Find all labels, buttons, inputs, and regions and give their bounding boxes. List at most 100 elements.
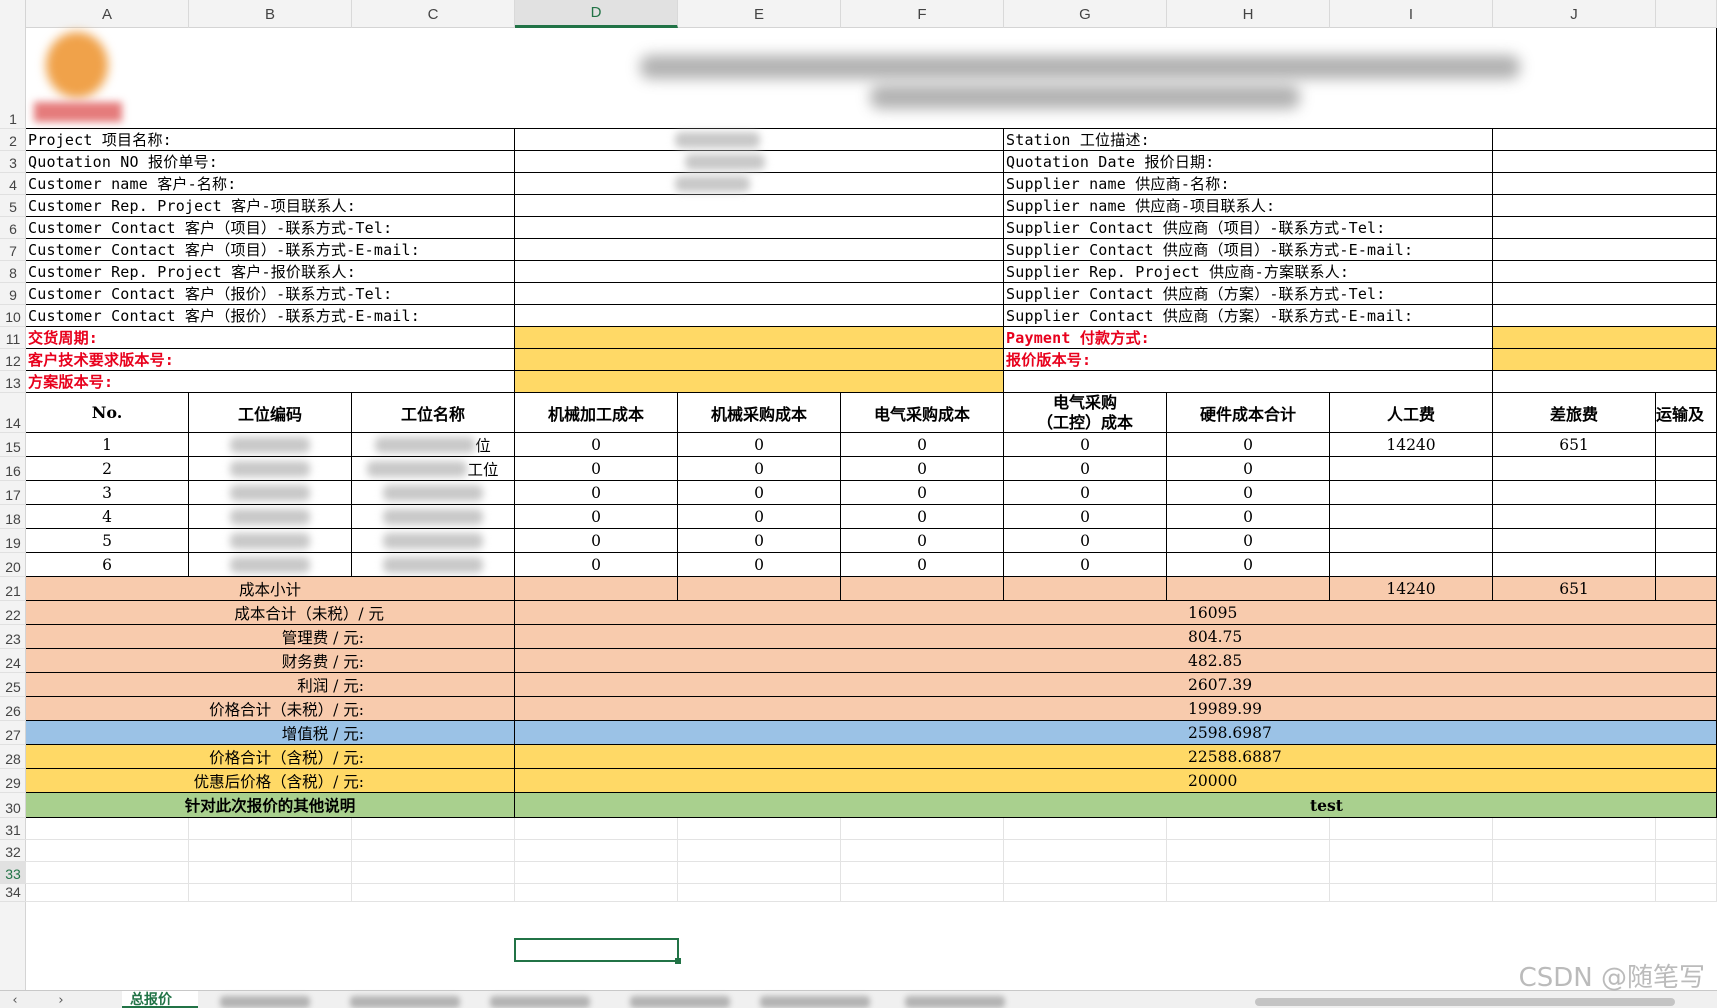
header-mech-purchase[interactable]: 机械采购成本 <box>678 393 841 433</box>
summary-value[interactable]: 2598.6987 <box>515 721 1717 745</box>
cost-cell-h[interactable]: 0 <box>1167 433 1330 457</box>
cost-cell-h[interactable]: 0 <box>1167 529 1330 553</box>
row-header-5[interactable]: 5 <box>0 195 26 217</box>
empty-cell[interactable] <box>352 884 515 902</box>
row-header-25[interactable]: 25 <box>0 673 26 697</box>
row-header-1[interactable]: 1 <box>0 28 26 129</box>
cost-cell-e[interactable]: 0 <box>678 481 841 505</box>
quote-version-label[interactable]: 报价版本号: <box>1004 349 1493 371</box>
cost-cell-k[interactable] <box>1656 505 1717 529</box>
selected-cell-d33[interactable] <box>514 938 681 964</box>
cost-cell-e[interactable]: 0 <box>678 529 841 553</box>
subtotal-cell[interactable] <box>1656 577 1717 601</box>
empty-cell[interactable] <box>352 840 515 862</box>
cost-cell-g[interactable]: 0 <box>1004 433 1167 457</box>
row-header-8[interactable]: 8 <box>0 261 26 283</box>
cost-cell-j[interactable] <box>1493 505 1656 529</box>
info-label-left[interactable]: Customer Rep. Project 客户-报价联系人: <box>26 261 515 283</box>
summary-value[interactable]: 16095 <box>515 601 1717 625</box>
cost-cell-i[interactable] <box>1330 505 1493 529</box>
summary-label[interactable]: 增值税 / 元: <box>26 721 515 745</box>
info-label-left[interactable]: Customer Contact 客户（项目）-联系方式-E-mail: <box>26 239 515 261</box>
empty-cell[interactable] <box>515 884 678 902</box>
payment-method-input[interactable] <box>1493 327 1717 349</box>
cost-cell-i[interactable]: 14240 <box>1330 433 1493 457</box>
summary-value[interactable]: 482.85 <box>515 649 1717 673</box>
cost-cell-d[interactable]: 0 <box>515 553 678 577</box>
customer-spec-version-label[interactable]: 客户技术要求版本号: <box>26 349 515 371</box>
cost-cell-i[interactable] <box>1330 529 1493 553</box>
empty-cell[interactable] <box>1004 818 1167 840</box>
station-code-cell[interactable] <box>189 457 352 481</box>
subtotal-labor[interactable]: 14240 <box>1330 577 1493 601</box>
row-header-6[interactable]: 6 <box>0 217 26 239</box>
row-header-15[interactable]: 15 <box>0 433 26 457</box>
row-header-3[interactable]: 3 <box>0 151 26 173</box>
column-header-g[interactable]: G <box>1004 0 1167 28</box>
sheet-tab-redacted[interactable] <box>220 996 310 1008</box>
cost-cell-k[interactable] <box>1656 433 1717 457</box>
info-value-right[interactable] <box>1493 195 1717 217</box>
cost-cell-d[interactable]: 0 <box>515 529 678 553</box>
cost-cell-f[interactable]: 0 <box>841 481 1004 505</box>
info-label-left[interactable]: Customer name 客户-名称: <box>26 173 515 195</box>
summary-label[interactable]: 优惠后价格（含税）/ 元: <box>26 769 515 793</box>
row-no[interactable]: 3 <box>26 481 189 505</box>
row-header-2[interactable]: 2 <box>0 129 26 151</box>
header-elec-purchase[interactable]: 电气采购成本 <box>841 393 1004 433</box>
row-header-30[interactable]: 30 <box>0 793 26 818</box>
empty-cell[interactable] <box>678 818 841 840</box>
empty-cell[interactable] <box>352 818 515 840</box>
info-value-left[interactable] <box>515 217 1004 239</box>
station-code-cell[interactable] <box>189 433 352 457</box>
cost-cell-h[interactable]: 0 <box>1167 481 1330 505</box>
cost-cell-e[interactable]: 0 <box>678 553 841 577</box>
row-no[interactable]: 2 <box>26 457 189 481</box>
sheet-tab-redacted[interactable] <box>350 996 460 1008</box>
column-header-a[interactable]: A <box>26 0 189 28</box>
sheet-tab-redacted[interactable] <box>630 996 730 1008</box>
info-value-right[interactable] <box>1493 261 1717 283</box>
sheet-tab-active[interactable]: 总报价 <box>122 991 198 1008</box>
cost-cell-e[interactable]: 0 <box>678 505 841 529</box>
empty-cell[interactable] <box>678 862 841 884</box>
info-value-right[interactable] <box>1493 151 1717 173</box>
info-value-right[interactable] <box>1493 129 1717 151</box>
info-label-right[interactable]: Supplier name 供应商-项目联系人: <box>1004 195 1493 217</box>
empty-cell[interactable] <box>678 884 841 902</box>
empty-cell[interactable] <box>1167 818 1330 840</box>
header-station-code[interactable]: 工位编码 <box>189 393 352 433</box>
empty-cell[interactable] <box>189 884 352 902</box>
cost-cell-j[interactable]: 651 <box>1493 433 1656 457</box>
column-header-c[interactable]: C <box>352 0 515 28</box>
info-label-right[interactable]: Supplier Rep. Project 供应商-方案联系人: <box>1004 261 1493 283</box>
cost-cell-h[interactable]: 0 <box>1167 553 1330 577</box>
row-header-17[interactable]: 17 <box>0 481 26 505</box>
cost-cell-e[interactable]: 0 <box>678 433 841 457</box>
empty-cell[interactable] <box>1330 840 1493 862</box>
tab-scroll-left-icon[interactable]: ‹ <box>4 991 26 1008</box>
empty-cell[interactable] <box>26 840 189 862</box>
empty-cell[interactable] <box>1656 884 1717 902</box>
row-header-34[interactable]: 34 <box>0 884 26 902</box>
empty-cell[interactable] <box>1167 840 1330 862</box>
header-travel[interactable]: 差旅费 <box>1493 393 1656 433</box>
cost-cell-j[interactable] <box>1493 553 1656 577</box>
row-header-7[interactable]: 7 <box>0 239 26 261</box>
empty-cell[interactable] <box>1493 371 1717 393</box>
delivery-cycle-label[interactable]: 交货周期: <box>26 327 515 349</box>
row-header-20[interactable]: 20 <box>0 553 26 577</box>
payment-method-label[interactable]: Payment 付款方式: <box>1004 327 1493 349</box>
tab-scroll-right-icon[interactable]: › <box>50 991 72 1008</box>
row-header-13[interactable]: 13 <box>0 371 26 393</box>
row-header-29[interactable]: 29 <box>0 769 26 793</box>
empty-cell[interactable] <box>1493 862 1656 884</box>
cost-cell-k[interactable] <box>1656 457 1717 481</box>
info-value-left[interactable] <box>515 305 1004 327</box>
row-no[interactable]: 4 <box>26 505 189 529</box>
summary-label[interactable]: 管理费 / 元: <box>26 625 515 649</box>
station-name-cell[interactable] <box>352 529 515 553</box>
cost-cell-i[interactable] <box>1330 553 1493 577</box>
row-header-32[interactable]: 32 <box>0 840 26 862</box>
subtotal-cell[interactable] <box>1004 577 1167 601</box>
